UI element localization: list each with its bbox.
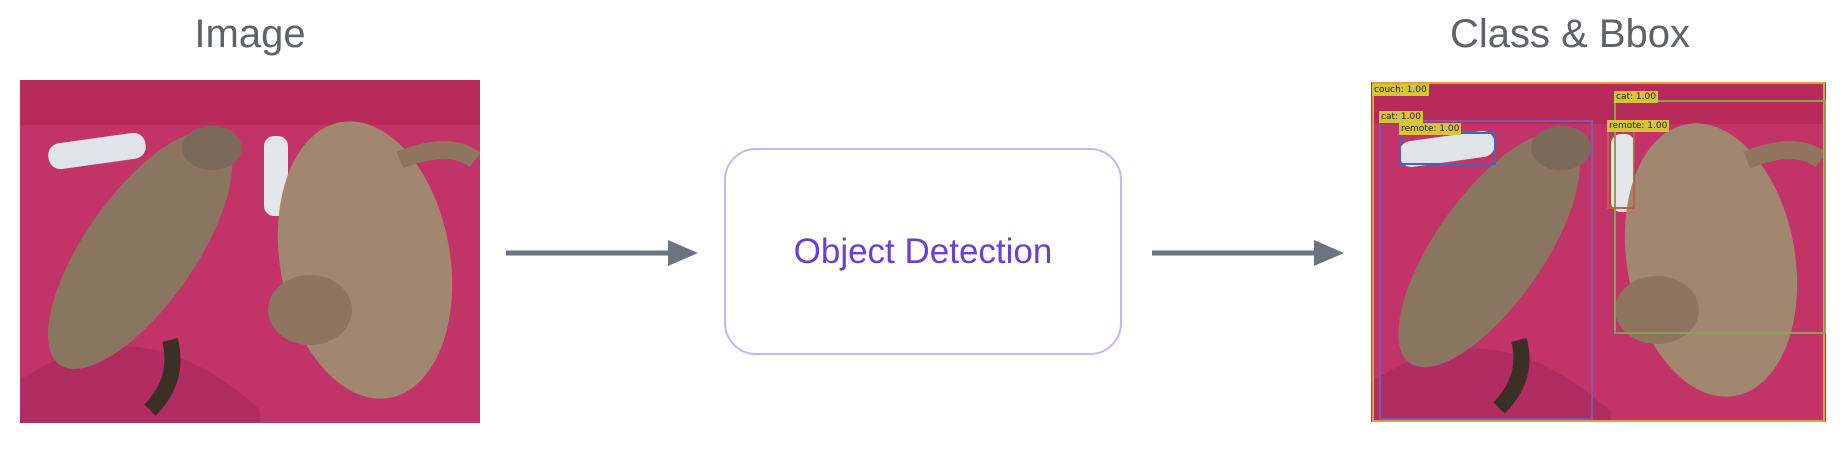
bbox-cat-right: cat: 1.00	[1614, 91, 1826, 334]
bbox-label-cat-right: cat: 1.00	[1614, 91, 1658, 103]
bbox-remote-right: remote: 1.00	[1607, 120, 1670, 209]
input-title: Image	[194, 12, 306, 56]
object-detection-box: Object Detection	[724, 148, 1122, 355]
bbox-label-remote-left: remote: 1.00	[1399, 123, 1462, 135]
input-image	[20, 80, 480, 423]
output-title: Class & Bbox	[1449, 12, 1691, 56]
bbox-label-couch: couch: 1.00	[1372, 84, 1429, 96]
bbox-label-remote-right: remote: 1.00	[1607, 120, 1670, 132]
bbox-cat-left: cat: 1.00	[1379, 111, 1593, 420]
object-detection-label: Object Detection	[793, 231, 1053, 271]
arrow-right-icon	[506, 240, 698, 266]
output-image: couch: 1.00 cat: 1.00 remote: 1.00 cat: …	[1371, 82, 1826, 422]
arrow-right-icon	[1152, 240, 1344, 266]
bbox-label-cat-left: cat: 1.00	[1379, 111, 1423, 123]
bbox-remote-left: remote: 1.00	[1399, 123, 1496, 165]
